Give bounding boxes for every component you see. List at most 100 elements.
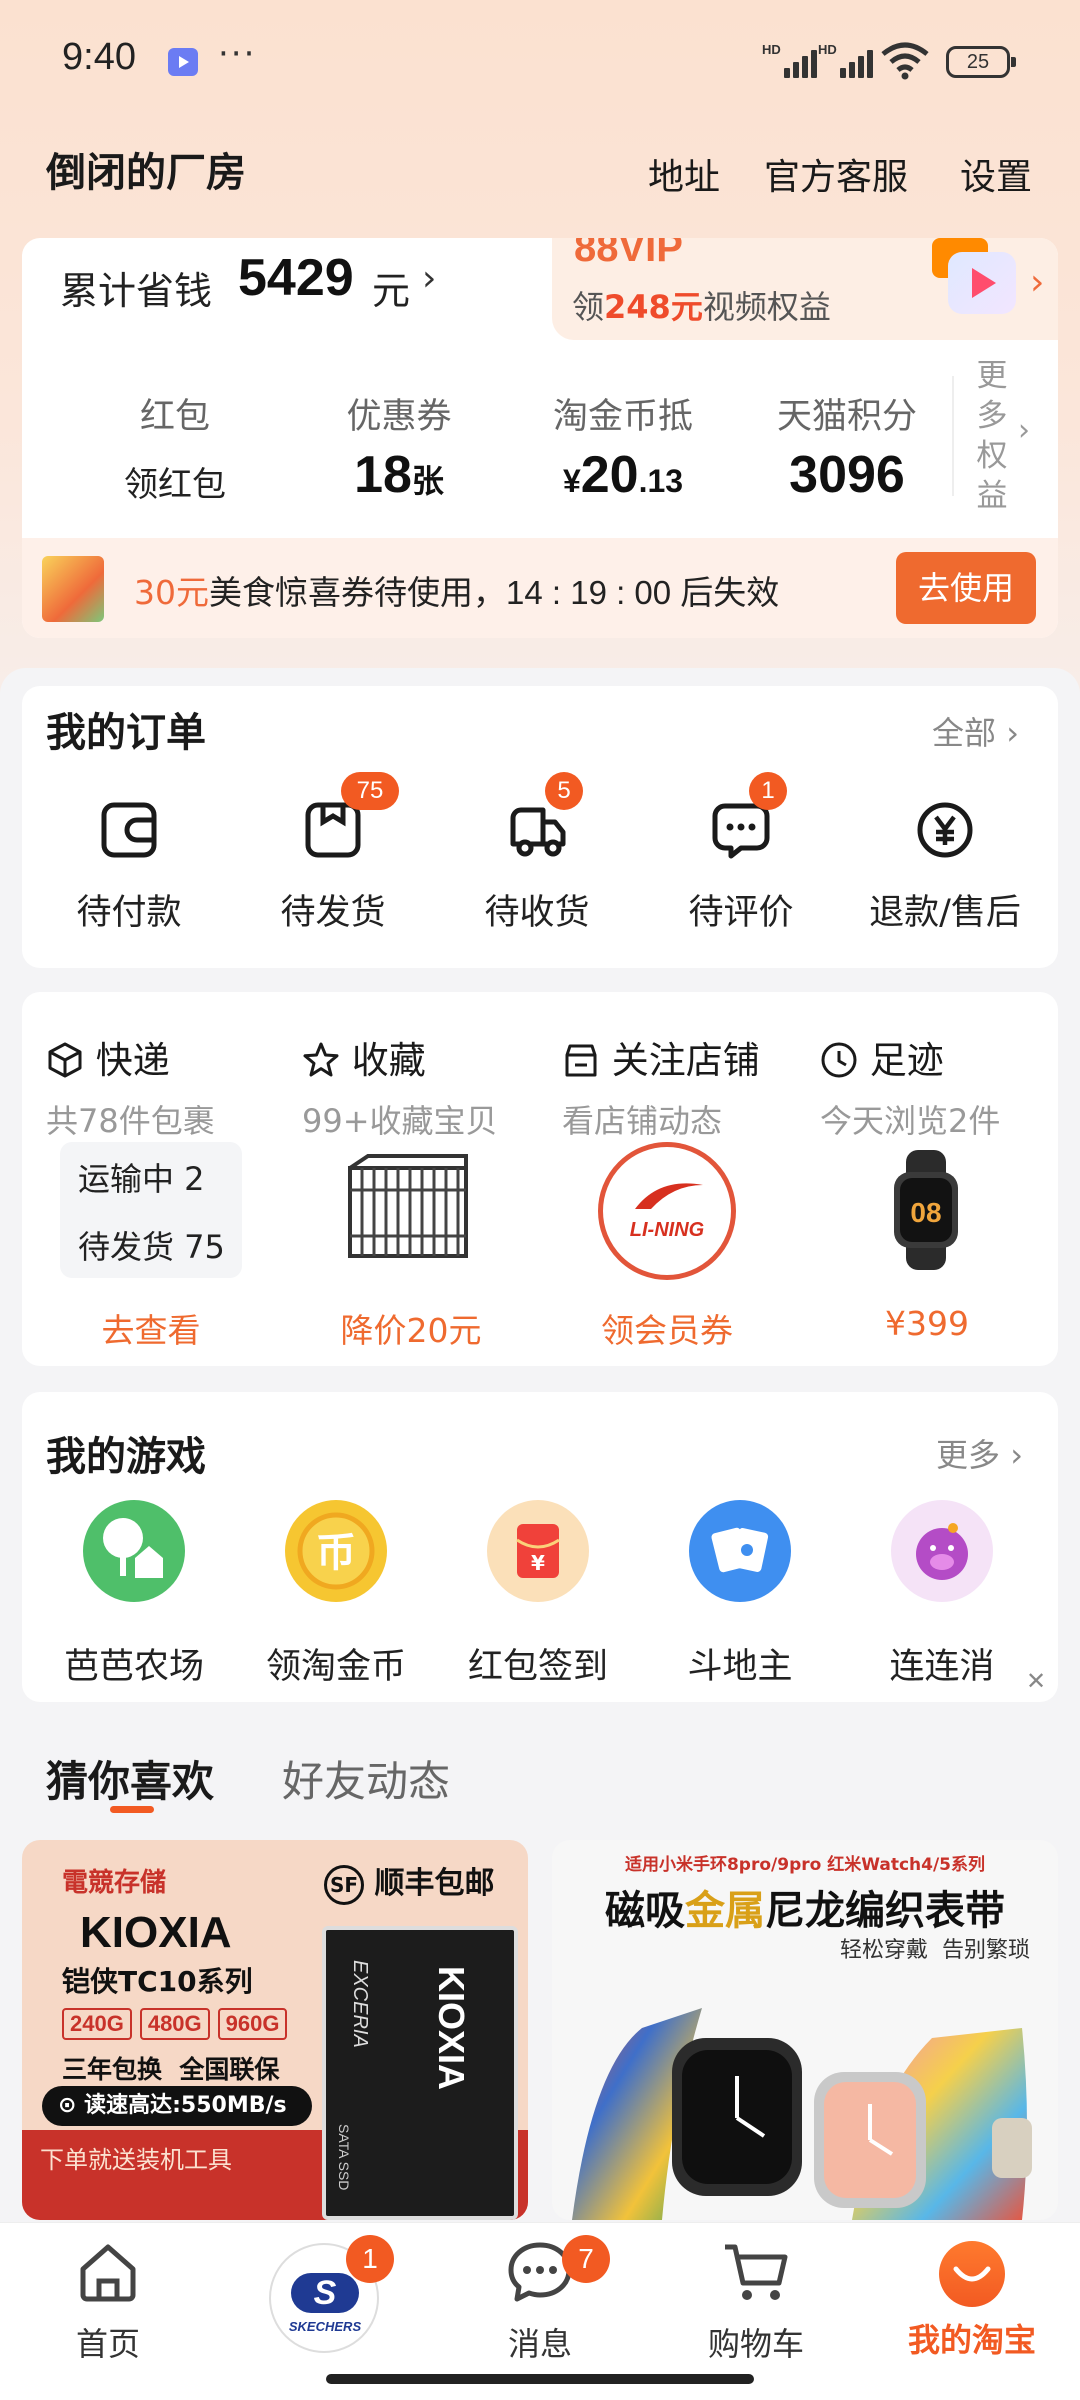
- shopping-cart-icon: [725, 2244, 788, 2300]
- game-coins[interactable]: 币 领淘金币: [236, 1500, 436, 1689]
- status-time: 9:40: [62, 36, 136, 78]
- badge-count: 7: [562, 2235, 610, 2283]
- savings-label[interactable]: 累计省钱: [60, 260, 212, 315]
- game-label: 红包签到: [467, 1647, 608, 1687]
- game-farm[interactable]: 芭芭农场: [34, 1500, 234, 1689]
- order-refund[interactable]: 退款/售后: [850, 800, 1040, 935]
- order-pending-shipment[interactable]: 75 待发货: [238, 772, 428, 935]
- pig-icon: [891, 1500, 993, 1602]
- food-coupon-banner[interactable]: 30元美食惊喜券待使用，14 : 19 : 00 后失效 去使用: [22, 538, 1058, 638]
- game-label: 连连消: [889, 1647, 995, 1687]
- product-brand: KIOXIA: [80, 1908, 232, 1957]
- tmall-points-entry[interactable]: 天猫积分 3096: [752, 388, 942, 505]
- game-doudizhu[interactable]: 斗地主: [640, 1500, 840, 1689]
- address-link[interactable]: 地址: [648, 148, 720, 200]
- savings-unit: 元: [372, 269, 411, 313]
- yen-circle-icon: [915, 800, 975, 860]
- nav-home[interactable]: 首页: [0, 2223, 216, 2365]
- gesture-home-indicator[interactable]: [326, 2374, 754, 2384]
- nav-cart[interactable]: 购物车: [648, 2223, 864, 2365]
- nav-brand-promo[interactable]: S SKECHERS 1: [216, 2223, 432, 2353]
- chevron-right-icon[interactable]: ›: [1018, 413, 1030, 448]
- more-rights-link[interactable]: 更多权益: [972, 356, 1012, 516]
- wallet-icon: [99, 800, 159, 860]
- vip-title: 88VIP: [574, 238, 683, 270]
- nav-my-taobao[interactable]: 我的淘宝: [864, 2223, 1080, 2361]
- settings-link[interactable]: 设置: [960, 148, 1032, 200]
- video-play-icon: [948, 252, 1016, 314]
- order-pending-payment[interactable]: 待付款: [34, 800, 224, 935]
- cube-icon: [48, 1042, 82, 1078]
- orders-all-link[interactable]: 全部 ›: [932, 708, 1019, 754]
- tab-recommended[interactable]: 猜你喜欢: [46, 1748, 214, 1809]
- product-tag: 電競存儲: [62, 1868, 167, 1898]
- nav-label: 首页: [75, 2325, 140, 2363]
- gold-coin-icon: 币: [285, 1500, 387, 1602]
- tmall-points-value: 3096: [789, 446, 905, 504]
- express-subtitle: 共78件包裹: [46, 1102, 215, 1140]
- assets-card: 累计省钱 5429 元 › 88VIP 领248元视频权益 › 红包 领红包 优…: [22, 238, 1058, 638]
- express-status-box[interactable]: 运输中 2 待发货 75: [60, 1142, 242, 1278]
- pet-cage-thumbnail[interactable]: [340, 1150, 476, 1270]
- product-card-ssd[interactable]: 電競存儲 SF 顺丰包邮 KIOXIA 铠侠TC10系列 240G 480G 9…: [22, 1840, 528, 2220]
- home-icon: [80, 2244, 136, 2302]
- tab-friends[interactable]: 好友动态: [282, 1748, 450, 1809]
- footprint-title: 足迹: [820, 1030, 1060, 1084]
- nav-messages[interactable]: 7 消息: [432, 2223, 648, 2365]
- tmall-points-label: 天猫积分: [776, 397, 917, 437]
- nav-label: 我的淘宝: [907, 2321, 1036, 2359]
- game-label: 领淘金币: [265, 1647, 406, 1687]
- smartwatch-thumbnail[interactable]: 08: [874, 1150, 978, 1270]
- red-packet-entry[interactable]: 红包 领红包: [80, 388, 270, 506]
- use-coupon-button[interactable]: 去使用: [896, 552, 1036, 624]
- followed-shops-title: 关注店铺: [562, 1030, 802, 1084]
- express-entry[interactable]: 快递 共78件包裹: [46, 1030, 286, 1142]
- express-title: 快递: [46, 1030, 286, 1084]
- savings-value[interactable]: 5429: [238, 248, 354, 308]
- red-envelope-icon: ¥: [487, 1500, 589, 1602]
- followed-shops-entry[interactable]: 关注店铺 看店铺动态: [562, 1030, 802, 1142]
- game-red-envelope[interactable]: ¥ 红包签到: [438, 1500, 638, 1689]
- nav-label: 购物车: [707, 2325, 804, 2363]
- order-pending-review[interactable]: 1 待评价: [646, 772, 836, 935]
- game-lianlianxiao[interactable]: 连连消: [842, 1500, 1042, 1689]
- battery-icon: 25: [946, 46, 1016, 78]
- compatibility-text: 适用小米手环8pro/9pro 红米Watch4/5系列: [624, 1855, 986, 1875]
- chevron-right-icon[interactable]: ›: [422, 258, 436, 299]
- customer-service-link[interactable]: 官方客服: [764, 148, 908, 200]
- svg-text:币: 币: [316, 1530, 356, 1576]
- coupon-entry[interactable]: 优惠券 18张: [304, 388, 494, 505]
- footprint-subtitle: 今天浏览2件: [820, 1102, 1001, 1140]
- favorites-entry[interactable]: 收藏 99+收藏宝贝: [302, 1030, 542, 1142]
- footprint-entry[interactable]: 足迹 今天浏览2件: [820, 1030, 1060, 1142]
- close-icon[interactable]: ✕: [1018, 1664, 1054, 1700]
- express-action[interactable]: 去查看: [60, 1304, 242, 1352]
- coupon-message: 30元美食惊喜券待使用，14 : 19 : 00 后失效: [134, 573, 780, 612]
- order-pending-receipt[interactable]: 5 待收货: [442, 772, 632, 935]
- clock-icon: [821, 1042, 857, 1078]
- snack-thumbnail: [42, 556, 104, 622]
- taojinbi-label: 淘金币抵: [552, 397, 693, 437]
- video-app-notification-icon: [168, 48, 198, 76]
- vip-promo[interactable]: 88VIP 领248元视频权益 ›: [552, 238, 1058, 340]
- games-more-link[interactable]: 更多 ›: [936, 1430, 1023, 1476]
- li-ning-logo[interactable]: LI-NING: [598, 1142, 736, 1280]
- svg-text:¥: ¥: [531, 1551, 545, 1575]
- footprint-price[interactable]: ¥399: [832, 1304, 1022, 1343]
- favorites-subtitle: 99+收藏宝贝: [302, 1102, 498, 1140]
- product-card-watch-band[interactable]: 适用小米手环8pro/9pro 红米Watch4/5系列 磁吸金属尼龙编织表带 …: [552, 1840, 1058, 2220]
- farm-tree-icon: [83, 1500, 185, 1602]
- svg-text:08: 08: [910, 1197, 941, 1228]
- watch-band-product-image: [572, 2008, 1032, 2220]
- red-packet-label: 红包: [139, 397, 210, 437]
- chevron-right-icon: ›: [1030, 262, 1045, 303]
- favorites-title: 收藏: [302, 1030, 542, 1084]
- taojinbi-entry[interactable]: 淘金币抵 ¥20.13: [528, 388, 718, 505]
- tab-indicator: [110, 1806, 154, 1813]
- coupon-value: 18张: [354, 446, 444, 504]
- user-name[interactable]: 倒闭的厂房: [46, 140, 246, 198]
- order-label: 退款/售后: [869, 893, 1021, 933]
- favorites-action[interactable]: 降价20元: [316, 1304, 506, 1352]
- followed-shops-action[interactable]: 领会员券: [572, 1304, 762, 1352]
- product-tagline: 轻松穿戴 告别繁琐: [840, 1938, 1030, 1963]
